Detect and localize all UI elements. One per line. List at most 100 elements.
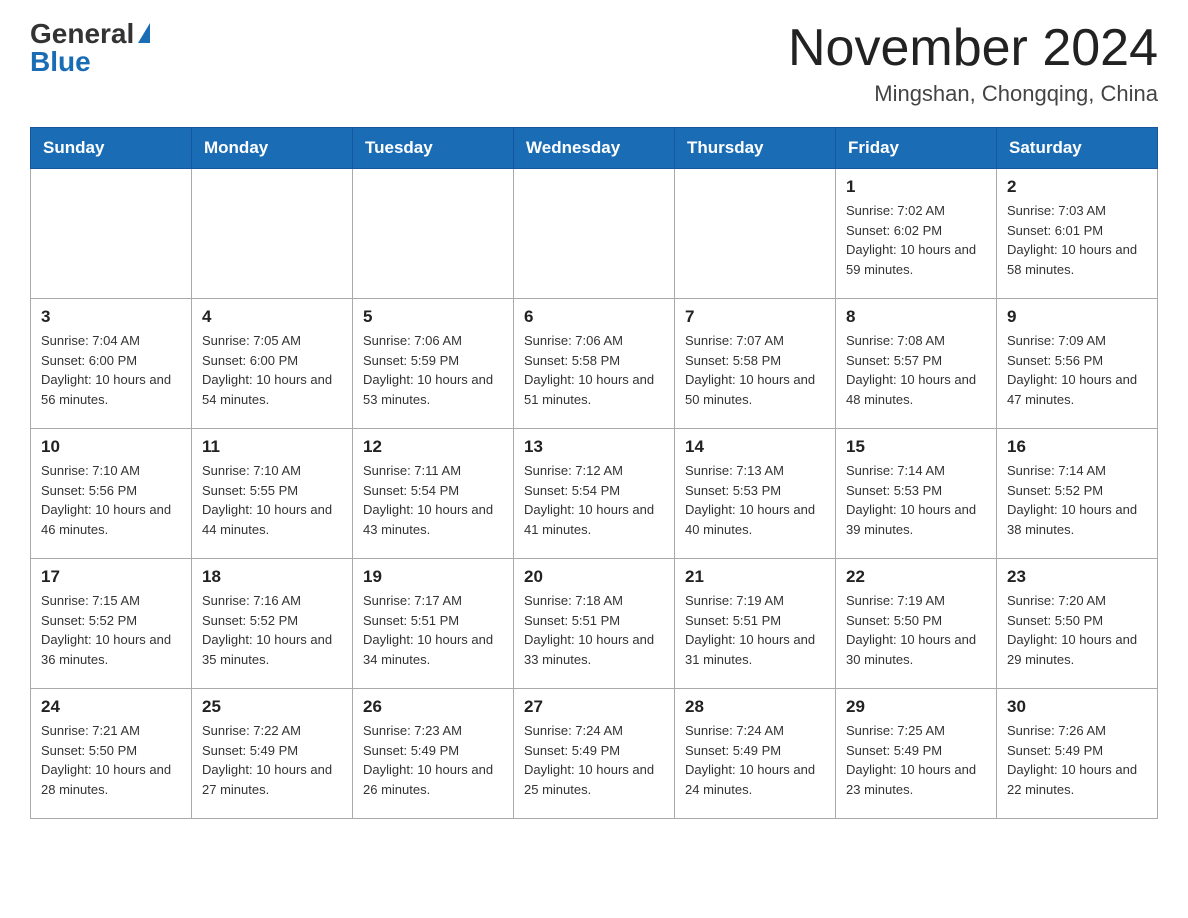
table-row: 1 Sunrise: 7:02 AMSunset: 6:02 PMDaylight… (836, 169, 997, 299)
day-info: Sunrise: 7:15 AMSunset: 5:52 PMDaylight:… (41, 591, 181, 669)
day-info: Sunrise: 7:24 AMSunset: 5:49 PMDaylight:… (524, 721, 664, 799)
table-row: 24Sunrise: 7:21 AMSunset: 5:50 PMDayligh… (31, 689, 192, 819)
day-number: 4 (202, 307, 342, 327)
day-number: 25 (202, 697, 342, 717)
table-row: 18 Sunrise: 7:16 AMSunset: 5:52 PMDayligh… (192, 559, 353, 689)
day-number: 30 (1007, 697, 1147, 717)
day-info: Sunrise: 7:06 AMSunset: 5:58 PMDaylight:… (524, 331, 664, 409)
logo-triangle-icon (138, 23, 150, 43)
table-row: 15 Sunrise: 7:14 AMSunset: 5:53 PMDayligh… (836, 429, 997, 559)
day-info: Sunrise: 7:06 AMSunset: 5:59 PMDaylight:… (363, 331, 503, 409)
day-number: 29 (846, 697, 986, 717)
day-info: Sunrise: 7:10 AMSunset: 5:55 PMDaylight:… (202, 461, 342, 539)
day-number: 17 (41, 567, 181, 587)
table-row: 20Sunrise: 7:18 AMSunset: 5:51 PMDayligh… (514, 559, 675, 689)
title-block: November 2024 Mingshan, Chongqing, China (788, 20, 1158, 107)
day-number: 12 (363, 437, 503, 457)
table-row: 30 Sunrise: 7:26 AMSunset: 5:49 PMDayligh… (997, 689, 1158, 819)
logo-blue-text: Blue (30, 48, 91, 76)
day-number: 15 (846, 437, 986, 457)
logo: General Blue (30, 20, 150, 76)
calendar-title: November 2024 (788, 20, 1158, 77)
day-info: Sunrise: 7:08 AMSunset: 5:57 PMDaylight:… (846, 331, 986, 409)
day-info: Sunrise: 7:23 AMSunset: 5:49 PMDaylight:… (363, 721, 503, 799)
day-info: Sunrise: 7:25 AMSunset: 5:49 PMDaylight:… (846, 721, 986, 799)
calendar-table: Sunday Monday Tuesday Wednesday Thursday… (30, 127, 1158, 819)
table-row: 10 Sunrise: 7:10 AMSunset: 5:56 PMDayligh… (31, 429, 192, 559)
table-row: 28 Sunrise: 7:24 AMSunset: 5:49 PMDayligh… (675, 689, 836, 819)
table-row: 3Sunrise: 7:04 AMSunset: 6:00 PMDaylight… (31, 299, 192, 429)
table-row: 29 Sunrise: 7:25 AMSunset: 5:49 PMDayligh… (836, 689, 997, 819)
day-number: 14 (685, 437, 825, 457)
table-row (31, 169, 192, 299)
day-info: Sunrise: 7:09 AMSunset: 5:56 PMDaylight:… (1007, 331, 1147, 409)
day-info: Sunrise: 7:20 AMSunset: 5:50 PMDaylight:… (1007, 591, 1147, 669)
day-info: Sunrise: 7:03 AMSunset: 6:01 PMDaylight:… (1007, 201, 1147, 279)
day-info: Sunrise: 7:19 AMSunset: 5:50 PMDaylight:… (846, 591, 986, 669)
table-row: 4Sunrise: 7:05 AMSunset: 6:00 PMDaylight… (192, 299, 353, 429)
day-info: Sunrise: 7:12 AMSunset: 5:54 PMDaylight:… (524, 461, 664, 539)
day-info: Sunrise: 7:14 AMSunset: 5:52 PMDaylight:… (1007, 461, 1147, 539)
day-number: 16 (1007, 437, 1147, 457)
day-info: Sunrise: 7:02 AMSunset: 6:02 PMDaylight:… (846, 201, 986, 279)
day-number: 18 (202, 567, 342, 587)
day-number: 27 (524, 697, 664, 717)
table-row: 27 Sunrise: 7:24 AMSunset: 5:49 PMDayligh… (514, 689, 675, 819)
day-number: 11 (202, 437, 342, 457)
table-row (353, 169, 514, 299)
day-number: 9 (1007, 307, 1147, 327)
day-number: 10 (41, 437, 181, 457)
calendar-week-1: 1 Sunrise: 7:02 AMSunset: 6:02 PMDaylight… (31, 169, 1158, 299)
day-number: 23 (1007, 567, 1147, 587)
header-sunday: Sunday (31, 128, 192, 169)
table-row: 6 Sunrise: 7:06 AMSunset: 5:58 PMDaylight… (514, 299, 675, 429)
header-saturday: Saturday (997, 128, 1158, 169)
day-info: Sunrise: 7:07 AMSunset: 5:58 PMDaylight:… (685, 331, 825, 409)
header-friday: Friday (836, 128, 997, 169)
header-tuesday: Tuesday (353, 128, 514, 169)
table-row: 9 Sunrise: 7:09 AMSunset: 5:56 PMDaylight… (997, 299, 1158, 429)
day-number: 13 (524, 437, 664, 457)
day-info: Sunrise: 7:16 AMSunset: 5:52 PMDaylight:… (202, 591, 342, 669)
table-row (675, 169, 836, 299)
day-number: 6 (524, 307, 664, 327)
day-number: 5 (363, 307, 503, 327)
table-row: 26 Sunrise: 7:23 AMSunset: 5:49 PMDayligh… (353, 689, 514, 819)
day-info: Sunrise: 7:26 AMSunset: 5:49 PMDaylight:… (1007, 721, 1147, 799)
day-number: 3 (41, 307, 181, 327)
day-number: 8 (846, 307, 986, 327)
day-info: Sunrise: 7:11 AMSunset: 5:54 PMDaylight:… (363, 461, 503, 539)
calendar-subtitle: Mingshan, Chongqing, China (788, 81, 1158, 107)
day-info: Sunrise: 7:14 AMSunset: 5:53 PMDaylight:… (846, 461, 986, 539)
table-row: 7 Sunrise: 7:07 AMSunset: 5:58 PMDaylight… (675, 299, 836, 429)
day-info: Sunrise: 7:22 AMSunset: 5:49 PMDaylight:… (202, 721, 342, 799)
day-info: Sunrise: 7:21 AMSunset: 5:50 PMDaylight:… (41, 721, 181, 799)
table-row: 12 Sunrise: 7:11 AMSunset: 5:54 PMDayligh… (353, 429, 514, 559)
day-number: 22 (846, 567, 986, 587)
table-row: 14 Sunrise: 7:13 AMSunset: 5:53 PMDayligh… (675, 429, 836, 559)
day-number: 20 (524, 567, 664, 587)
calendar-week-5: 24Sunrise: 7:21 AMSunset: 5:50 PMDayligh… (31, 689, 1158, 819)
table-row: 2Sunrise: 7:03 AMSunset: 6:01 PMDaylight… (997, 169, 1158, 299)
day-info: Sunrise: 7:19 AMSunset: 5:51 PMDaylight:… (685, 591, 825, 669)
table-row: 19 Sunrise: 7:17 AMSunset: 5:51 PMDayligh… (353, 559, 514, 689)
table-row: 5 Sunrise: 7:06 AMSunset: 5:59 PMDaylight… (353, 299, 514, 429)
table-row: 17 Sunrise: 7:15 AMSunset: 5:52 PMDayligh… (31, 559, 192, 689)
calendar-week-2: 3Sunrise: 7:04 AMSunset: 6:00 PMDaylight… (31, 299, 1158, 429)
day-info: Sunrise: 7:24 AMSunset: 5:49 PMDaylight:… (685, 721, 825, 799)
table-row (514, 169, 675, 299)
day-info: Sunrise: 7:17 AMSunset: 5:51 PMDaylight:… (363, 591, 503, 669)
header-wednesday: Wednesday (514, 128, 675, 169)
day-info: Sunrise: 7:10 AMSunset: 5:56 PMDaylight:… (41, 461, 181, 539)
table-row: 11 Sunrise: 7:10 AMSunset: 5:55 PMDayligh… (192, 429, 353, 559)
table-row: 16 Sunrise: 7:14 AMSunset: 5:52 PMDayligh… (997, 429, 1158, 559)
day-number: 19 (363, 567, 503, 587)
logo-general-text: General (30, 20, 134, 48)
day-number: 26 (363, 697, 503, 717)
day-info: Sunrise: 7:13 AMSunset: 5:53 PMDaylight:… (685, 461, 825, 539)
day-number: 7 (685, 307, 825, 327)
table-row: 21Sunrise: 7:19 AMSunset: 5:51 PMDayligh… (675, 559, 836, 689)
day-number: 28 (685, 697, 825, 717)
day-number: 1 (846, 177, 986, 197)
table-row: 22 Sunrise: 7:19 AMSunset: 5:50 PMDayligh… (836, 559, 997, 689)
